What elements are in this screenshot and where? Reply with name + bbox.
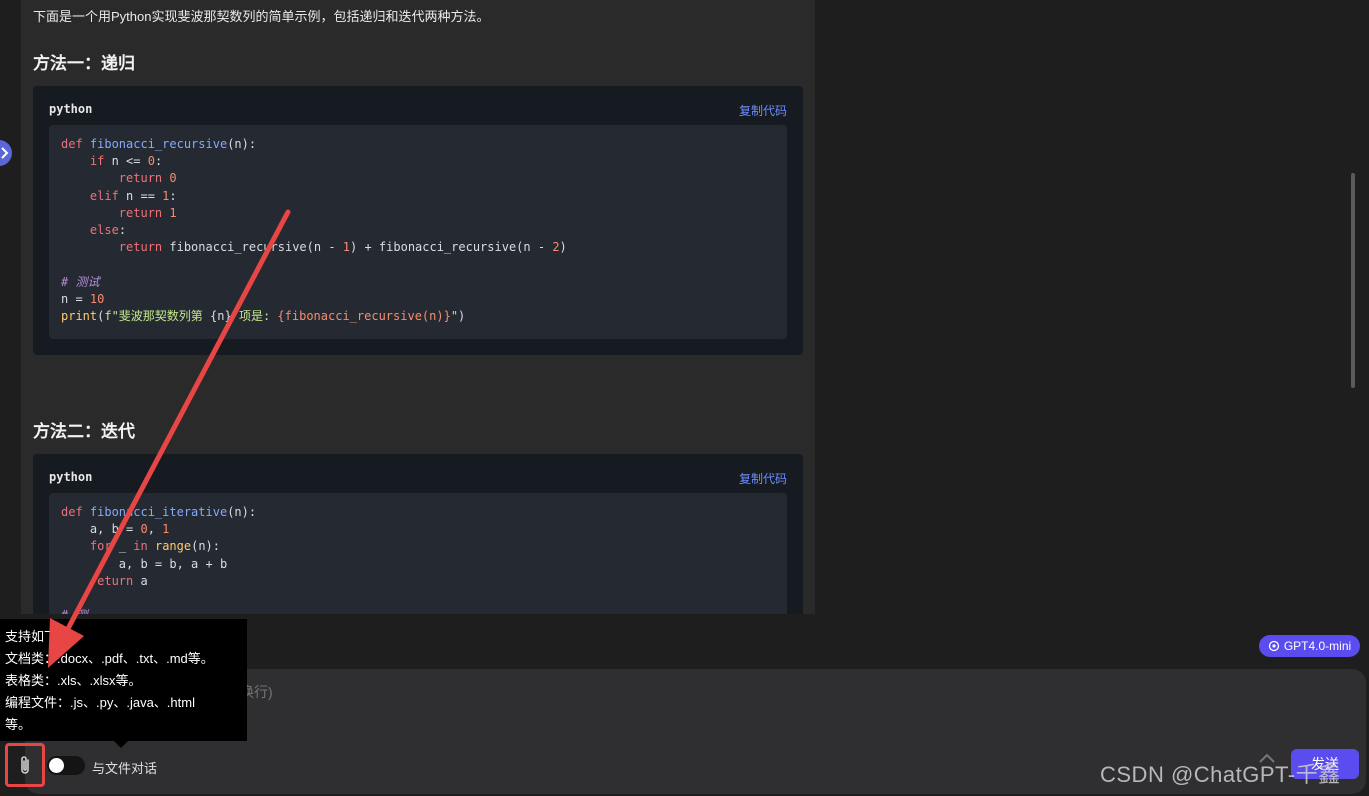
code-line: else: bbox=[89, 223, 127, 237]
chat-message-area: 下面是一个用Python实现斐波那契数列的简单示例，包括递归和迭代两种方法。 方… bbox=[21, 0, 815, 614]
code-body: def fibonacci_iterative(n): a, b = 0, 1 … bbox=[49, 493, 787, 614]
code-line: return a bbox=[89, 573, 148, 588]
section-title-recursive: 方法一：递归 bbox=[33, 54, 135, 73]
code-line: # 测试 bbox=[61, 274, 100, 289]
code-line: def fibonacci_recursive(n): bbox=[61, 137, 257, 151]
code-block-recursive: python 复制代码 def fibonacci_recursive(n): … bbox=[33, 86, 803, 355]
code-line: for _ in range(n): bbox=[89, 539, 220, 554]
tooltip-arrow bbox=[114, 741, 128, 748]
code-line: if n <= 0: bbox=[89, 154, 163, 169]
page: 下面是一个用Python实现斐波那契数列的简单示例，包括递归和迭代两种方法。 方… bbox=[0, 0, 1369, 796]
scrollbar[interactable] bbox=[1351, 173, 1355, 388]
section-title-iterative: 方法二：迭代 bbox=[33, 422, 135, 441]
model-name: GPT4.0-mini bbox=[1283, 639, 1352, 653]
code-language-label: python bbox=[49, 102, 93, 116]
tooltip-line: 等。 bbox=[5, 717, 32, 732]
watermark: CSDN @ChatGPT-千鑫 bbox=[1100, 762, 1341, 787]
code-line: elif n == 1: bbox=[89, 188, 177, 203]
tooltip-line: 编程文件：.js、.py、.java、.html bbox=[5, 695, 195, 710]
code-body: def fibonacci_recursive(n): if n <= 0: r… bbox=[49, 125, 787, 339]
code-line: n = 10 bbox=[61, 291, 105, 306]
supported-files-tooltip: 支持如下： 文档类：.docx、.pdf、.txt、.md等。 表格类：.xls… bbox=[0, 619, 247, 741]
chevron-right-icon bbox=[1, 147, 9, 159]
code-line: # 测 bbox=[61, 607, 87, 614]
attach-file-button[interactable] bbox=[5, 743, 45, 787]
code-line: return fibonacci_recursive(n - 1) + fibo… bbox=[118, 240, 567, 255]
tooltip-line: 表格类：.xls、.xlsx等。 bbox=[5, 673, 142, 688]
toggle-knob bbox=[49, 758, 64, 773]
copy-code-button[interactable]: 复制代码 bbox=[739, 470, 787, 487]
code-line: a, b = b, a + b bbox=[61, 556, 228, 571]
file-chat-label: 与文件对话 bbox=[92, 761, 158, 776]
code-line: return 0 bbox=[118, 171, 177, 186]
expand-sidebar-button[interactable] bbox=[0, 140, 12, 166]
code-line: print(f"斐波那契数列第 {n} 项是: {fibonacci_recur… bbox=[61, 309, 466, 323]
paperclip-icon bbox=[21, 756, 29, 774]
file-chat-toggle[interactable] bbox=[47, 756, 85, 775]
copy-code-button[interactable]: 复制代码 bbox=[739, 102, 787, 119]
code-language-label: python bbox=[49, 470, 93, 484]
code-line: a, b = 0, 1 bbox=[61, 522, 170, 537]
intro-text: 下面是一个用Python实现斐波那契数列的简单示例，包括递归和迭代两种方法。 bbox=[33, 9, 490, 24]
openai-icon bbox=[1268, 640, 1279, 652]
code-line: def fibonacci_iterative(n): bbox=[61, 505, 257, 519]
code-line: return 1 bbox=[118, 205, 177, 220]
code-block-iterative: python 复制代码 def fibonacci_iterative(n): … bbox=[33, 454, 803, 614]
tooltip-line: 支持如下： bbox=[5, 629, 71, 644]
tooltip-line: 文档类：.docx、.pdf、.txt、.md等。 bbox=[5, 651, 214, 666]
model-selector-badge[interactable]: GPT4.0-mini bbox=[1259, 635, 1360, 657]
